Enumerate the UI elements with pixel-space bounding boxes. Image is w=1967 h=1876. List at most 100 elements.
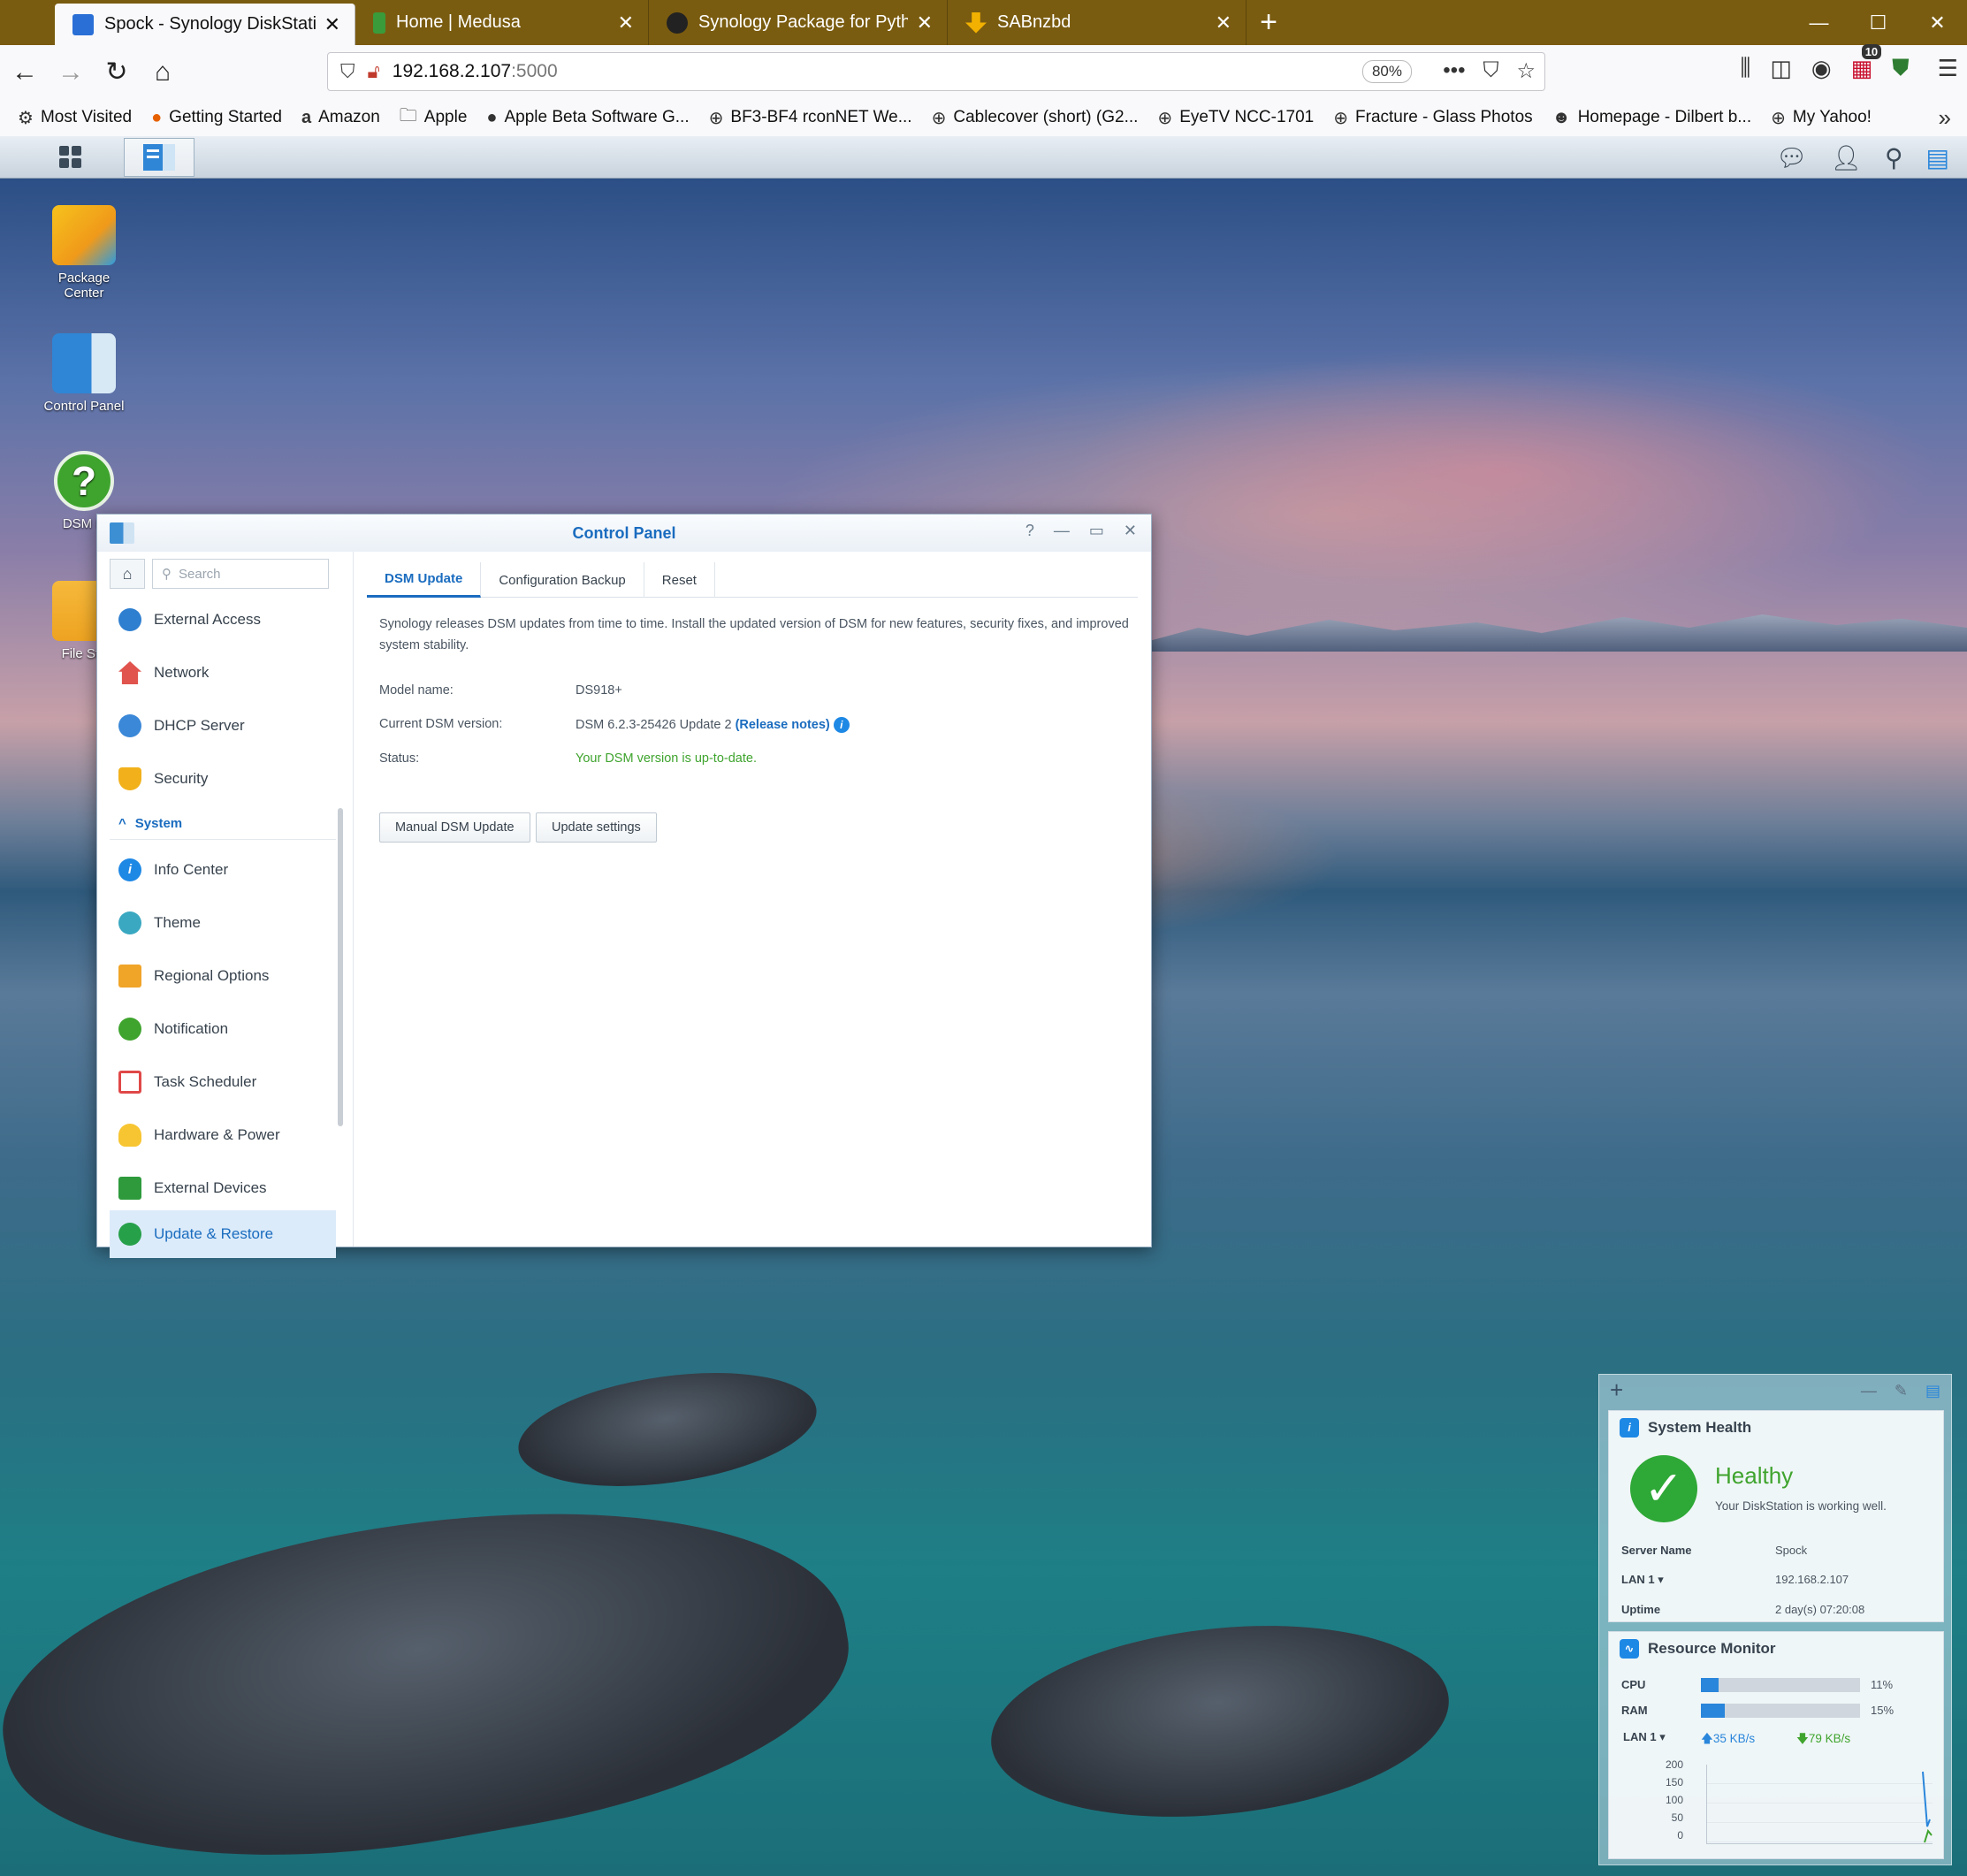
insecure-lock-icon[interactable]: 🔓︎ (368, 60, 380, 83)
close-tab-icon[interactable]: ✕ (917, 11, 933, 34)
home-button[interactable]: ⌂ (110, 559, 145, 589)
release-notes-link[interactable]: (Release notes) (736, 718, 830, 732)
bookmark-item[interactable]: ⊕ EyeTV NCC-1701 (1157, 107, 1314, 129)
amazon-icon: a (301, 107, 312, 127)
reload-icon[interactable]: ↻ (95, 51, 138, 94)
menu-icon[interactable]: ☰ (1938, 55, 1958, 82)
close-window-icon[interactable]: ✕ (1908, 0, 1967, 45)
manual-dsm-update-button[interactable]: Manual DSM Update (379, 812, 530, 843)
bookmark-item[interactable]: ⊕ BF3-BF4 rconNET We... (709, 107, 912, 129)
sidebar-item-dhcp-server[interactable]: DHCP Server (110, 702, 336, 750)
url-port: :5000 (511, 61, 558, 81)
search-input[interactable]: ⚲ Search (152, 559, 329, 589)
search-icon[interactable]: ⚲ (1885, 143, 1903, 172)
browser-tab-synology[interactable]: Spock - Synology DiskStation ✕ (55, 4, 355, 45)
browser-tab-github[interactable]: Synology Package for Python 3 ✕ (649, 0, 948, 45)
sidebar-item-info-center[interactable]: i Info Center (110, 846, 336, 894)
user-icon[interactable]: 👤︎ (1830, 143, 1862, 172)
lan-dropdown[interactable]: LAN 1 ▾ (1623, 1730, 1666, 1744)
minimize-icon[interactable]: — (1054, 522, 1070, 540)
browser-tab-medusa[interactable]: Home | Medusa ✕ (355, 0, 649, 45)
bookmark-item[interactable]: 🗀 Apple (400, 103, 468, 133)
window-titlebar[interactable]: Control Panel ? — ▭ ✕ (97, 515, 1151, 552)
close-tab-icon[interactable]: ✕ (324, 13, 340, 36)
sidebar-item-update-restore[interactable]: Update & Restore (110, 1210, 336, 1258)
tab-configuration-backup[interactable]: Configuration Backup (481, 562, 644, 598)
model-value: DS918+ (576, 683, 622, 698)
desktop-icon-package-center[interactable]: Package Center (27, 205, 141, 301)
close-tab-icon[interactable]: ✕ (1216, 11, 1231, 34)
extension-icon[interactable]: ▦ 10 (1851, 43, 1882, 82)
new-tab-icon[interactable]: + (1247, 0, 1291, 45)
bookmark-item[interactable]: ⊕ Fracture - Glass Photos (1333, 107, 1532, 129)
sidebar-item-external-devices[interactable]: External Devices (110, 1164, 336, 1212)
bookmark-star-icon[interactable]: ☆ (1516, 58, 1536, 84)
cpu-label: CPU (1621, 1678, 1646, 1691)
network-home-icon (118, 661, 141, 684)
info-icon[interactable]: i (833, 717, 850, 733)
sidebar-icon[interactable]: ◫ (1770, 55, 1792, 82)
sidebar-group-system[interactable]: ^ System (110, 808, 336, 840)
sidebar-scrollbar[interactable] (338, 808, 343, 1126)
more-bookmarks-icon[interactable]: » (1939, 104, 1951, 132)
bookmark-item[interactable]: ● Apple Beta Software G... (486, 108, 689, 128)
pin-icon[interactable]: ✎ (1895, 1382, 1908, 1400)
chat-icon[interactable]: 💬︎ (1776, 143, 1808, 172)
forward-icon[interactable]: → (50, 51, 92, 94)
account-icon[interactable]: ◉ (1811, 55, 1832, 82)
add-widget-icon[interactable]: + (1610, 1376, 1623, 1404)
sidebar-item-notification[interactable]: Notification (110, 1005, 336, 1053)
sidebar-item-label: Network (154, 664, 210, 681)
main-menu-button[interactable] (35, 138, 106, 177)
desktop-icon-control-panel[interactable]: Control Panel (27, 333, 141, 414)
sidebar-item-task-scheduler[interactable]: Task Scheduler (110, 1058, 336, 1106)
sidebar-item-security[interactable]: Security (110, 755, 336, 803)
bookmark-item[interactable]: ● Getting Started (151, 108, 282, 128)
bookmark-item[interactable]: a Amazon (301, 108, 380, 128)
widget-toggle-icon[interactable]: ▤ (1925, 1382, 1940, 1400)
bookmark-item[interactable]: ⊕ Cablecover (short) (G2... (932, 107, 1139, 129)
dilbert-icon: ☻ (1551, 107, 1571, 127)
help-icon[interactable]: ? (1025, 522, 1034, 540)
bookmark-item[interactable]: ☻ Homepage - Dilbert b... (1552, 108, 1751, 128)
tab-dsm-update[interactable]: DSM Update (367, 562, 482, 598)
sidebar-item-hardware-power[interactable]: Hardware & Power (110, 1111, 336, 1159)
sidebar-item-theme[interactable]: Theme (110, 899, 336, 947)
close-tab-icon[interactable]: ✕ (618, 11, 634, 34)
upload-rate: 🡅35 KB/s (1701, 1730, 1755, 1750)
browser-tab-sabnzbd[interactable]: SABnzbd ✕ (948, 0, 1247, 45)
tab-reset[interactable]: Reset (644, 562, 715, 598)
update-settings-button[interactable]: Update settings (536, 812, 657, 843)
sidebar-item-network[interactable]: Network (110, 649, 336, 697)
home-icon[interactable]: ⌂ (141, 51, 184, 94)
system-health-widget: i System Health ✓ Healthy Your DiskStatio… (1608, 1410, 1944, 1622)
pocket-icon[interactable]: ⛉ (1483, 58, 1498, 84)
browser-navbar: ← → ↻ ⌂ ⛉ 🔓︎ 192.168.2.107:5000 80% ••• … (0, 43, 1967, 99)
shield-icon[interactable]: ⛉ (340, 60, 355, 83)
lan-dropdown[interactable]: LAN 1 ▾ (1621, 1573, 1664, 1587)
bookmark-label: Getting Started (169, 108, 282, 126)
taskbar-control-panel-button[interactable] (124, 138, 194, 177)
firefox-icon: ● (151, 107, 163, 127)
zoom-level[interactable]: 80% (1361, 60, 1412, 83)
shield-extension-icon[interactable]: ⛊ (1892, 54, 1910, 82)
url-bar[interactable]: ⛉ 🔓︎ 192.168.2.107:5000 80% ••• ⛉ ☆ (327, 52, 1545, 91)
minimize-icon[interactable]: — (1861, 1382, 1877, 1400)
back-icon[interactable]: ← (4, 51, 46, 94)
status-value: Your DSM version is up-to-date. (576, 751, 757, 766)
page-actions-icon[interactable]: ••• (1443, 58, 1465, 84)
chevron-down-icon: ▾ (1659, 1730, 1666, 1743)
ram-bar (1701, 1704, 1860, 1718)
minimize-window-icon[interactable]: — (1789, 0, 1849, 45)
maximize-icon[interactable]: ▭ (1089, 522, 1104, 540)
library-icon[interactable]: ⫼ (1740, 54, 1750, 82)
bookmark-item[interactable]: ⚙ Most Visited (18, 107, 132, 129)
widgets-icon[interactable]: ▤ (1926, 143, 1949, 172)
wallpaper-rock (0, 1451, 870, 1876)
maximize-window-icon[interactable]: ☐ (1849, 0, 1908, 45)
sidebar-item-regional-options[interactable]: Regional Options (110, 952, 336, 1000)
close-icon[interactable]: ✕ (1124, 522, 1137, 540)
cpu-percent: 11% (1871, 1678, 1894, 1691)
bookmark-item[interactable]: ⊕ My Yahoo! (1771, 107, 1872, 129)
sidebar-item-external-access[interactable]: External Access (110, 596, 336, 644)
